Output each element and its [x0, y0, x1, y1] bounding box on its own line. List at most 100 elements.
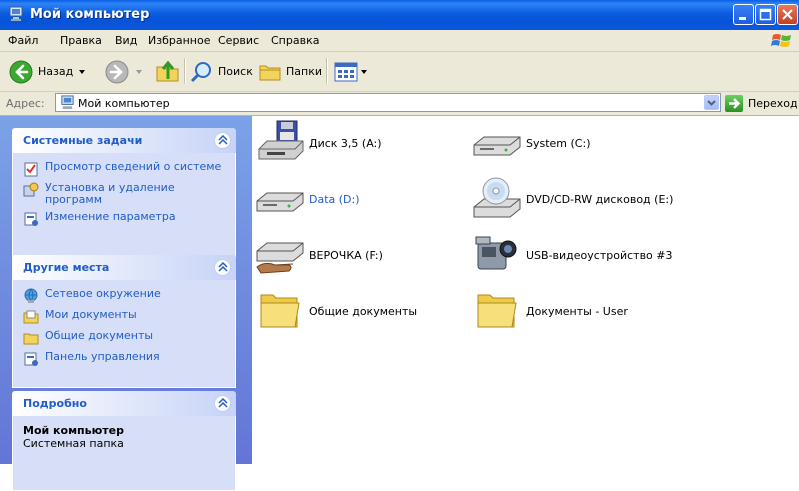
toolbar-separator: [184, 58, 186, 84]
place-network[interactable]: Сетевое окружение: [23, 288, 227, 304]
chevron-down-icon: [707, 100, 716, 106]
device-usb-video-3[interactable]: USB-видеоустройство #3: [472, 231, 673, 279]
drive-verochka-f[interactable]: ВЕРОЧКА (F:): [255, 231, 383, 279]
folder-icon: [23, 333, 39, 345]
drive-data-d[interactable]: Data (D:): [255, 175, 360, 223]
place-label: Общие документы: [45, 329, 154, 342]
menu-file[interactable]: Файл: [8, 34, 38, 47]
other-places-title: Другие места: [23, 261, 110, 274]
system-tasks-panel: Системные задачи Просмотр сведений о сис…: [12, 128, 236, 267]
address-bar: Адрес: Мой компьютер Переход: [0, 92, 799, 116]
menu-bar: Файл Правка Вид Избранное Сервис Справка: [0, 30, 799, 52]
details-type: Системная папка: [23, 437, 124, 450]
go-label: Переход: [748, 97, 798, 110]
folders-icon: [259, 65, 281, 80]
control-panel-icon: [24, 352, 38, 366]
collapse-button[interactable]: [214, 132, 231, 149]
system-tasks-title: Системные задачи: [23, 134, 143, 147]
forward-button[interactable]: [104, 52, 142, 91]
video-camera-icon: [475, 236, 517, 270]
place-label: Мои документы: [45, 308, 137, 321]
hard-drive-icon: [473, 136, 521, 156]
collapse-button[interactable]: [214, 395, 231, 412]
menu-help[interactable]: Справка: [271, 34, 319, 47]
place-control-panel[interactable]: Панель управления: [23, 351, 227, 367]
folder-shared-documents[interactable]: Общие документы: [255, 287, 417, 335]
other-places-header[interactable]: Другие места: [12, 255, 236, 280]
menu-view[interactable]: Вид: [115, 34, 137, 47]
go-button[interactable]: Переход: [725, 94, 798, 113]
search-icon: [190, 61, 211, 82]
address-input[interactable]: Мой компьютер: [55, 93, 721, 112]
menu-edit[interactable]: Правка: [60, 34, 102, 47]
forward-dropdown-icon[interactable]: [136, 69, 142, 74]
maximize-button[interactable]: [755, 4, 776, 25]
folder-icon: [477, 294, 517, 328]
folder-user-documents[interactable]: Документы - User: [472, 287, 628, 335]
go-arrow-icon: [725, 95, 743, 112]
control-panel-icon: [24, 212, 38, 226]
toolbar: Назад Поиск Папки: [0, 52, 799, 92]
minimize-button[interactable]: [733, 4, 754, 25]
folder-icon: [260, 294, 300, 328]
windows-logo-icon: [771, 34, 791, 47]
task-pane: Системные задачи Просмотр сведений о сис…: [0, 116, 252, 491]
item-label: Общие документы: [309, 304, 418, 318]
drive-system-c[interactable]: System (C:): [472, 119, 591, 167]
views-icon: [334, 62, 358, 81]
collapse-button[interactable]: [214, 259, 231, 276]
folders-button[interactable]: Папки: [258, 52, 322, 91]
title-bar[interactable]: Мой компьютер: [0, 0, 799, 30]
drive-dvd-e[interactable]: DVD/CD-RW дисковод (E:): [472, 175, 673, 223]
system-tasks-body: Просмотр сведений о системе Установка и …: [12, 153, 236, 267]
address-dropdown-button[interactable]: [704, 95, 719, 110]
drive-floppy-a[interactable]: Диск 3,5 (A:): [255, 119, 382, 167]
toolbar-separator: [326, 58, 328, 84]
views-dropdown-icon[interactable]: [361, 69, 367, 74]
item-label: System (C:): [526, 136, 591, 150]
up-folder-button[interactable]: [155, 52, 181, 91]
search-button[interactable]: Поиск: [190, 52, 253, 91]
forward-arrow-icon: [105, 60, 129, 83]
back-arrow-icon: [9, 60, 33, 83]
place-shared-documents[interactable]: Общие документы: [23, 330, 227, 346]
details-header[interactable]: Подробно: [12, 391, 236, 416]
dvd-drive-icon: [473, 177, 521, 218]
task-label: Установка и удаление программ: [45, 181, 175, 206]
search-label: Поиск: [218, 65, 253, 78]
chevron-up-icon: [218, 262, 228, 272]
task-label: Изменение параметра: [45, 210, 176, 223]
back-dropdown-icon[interactable]: [79, 69, 86, 74]
close-icon: [782, 9, 793, 20]
floppy-drive-icon: [258, 120, 304, 160]
task-change-setting[interactable]: Изменение параметра: [23, 211, 227, 227]
system-tasks-header[interactable]: Системные задачи: [12, 128, 236, 153]
task-view-system-info[interactable]: Просмотр сведений о системе: [23, 161, 227, 177]
menu-tools[interactable]: Сервис: [218, 34, 259, 47]
address-label: Адрес:: [6, 97, 45, 110]
address-value: Мой компьютер: [78, 97, 170, 110]
other-places-body: Сетевое окружение Мои документы Общие до…: [12, 280, 236, 388]
add-remove-programs-icon: [23, 182, 39, 197]
item-label: Диск 3,5 (A:): [309, 136, 382, 150]
item-label: ВЕРОЧКА (F:): [309, 248, 383, 262]
task-add-remove-programs[interactable]: Установка и удаление программ: [23, 182, 227, 206]
my-documents-icon: [23, 310, 39, 324]
menu-favorites[interactable]: Избранное: [148, 34, 210, 47]
my-computer-icon: [9, 6, 23, 21]
folders-label: Папки: [286, 65, 322, 78]
folder-up-icon: [156, 60, 179, 81]
chevron-up-icon: [218, 135, 228, 145]
back-button[interactable]: Назад: [8, 52, 86, 91]
place-my-documents[interactable]: Мои документы: [23, 309, 227, 325]
details-body: Мой компьютер Системная папка: [12, 416, 236, 491]
views-button[interactable]: [334, 52, 367, 91]
place-label: Сетевое окружение: [45, 287, 161, 300]
item-label: Документы - User: [526, 304, 628, 318]
close-button[interactable]: [777, 4, 798, 25]
maximize-icon: [759, 8, 772, 21]
window-title: Мой компьютер: [30, 7, 150, 22]
other-places-panel: Другие места Сетевое окружение Мои докум…: [12, 255, 236, 388]
item-label: Data (D:): [309, 192, 360, 206]
item-label: DVD/CD-RW дисковод (E:): [526, 192, 674, 206]
